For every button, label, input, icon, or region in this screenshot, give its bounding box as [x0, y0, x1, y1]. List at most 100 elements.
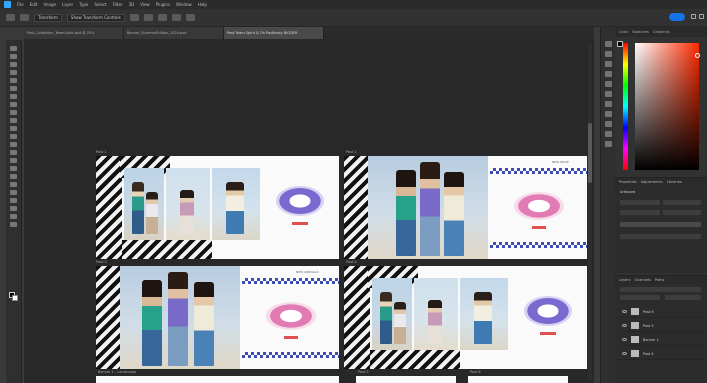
tab-document-3[interactable]: Post Team Spirit & Oh Positively BIGGER — [224, 27, 324, 39]
artboard-post-2[interactable]: NEW DROP — [344, 156, 587, 259]
layer-filter-bar[interactable] — [620, 287, 701, 292]
width-field[interactable] — [620, 200, 660, 205]
auto-select-dropdown[interactable]: Transform — [34, 13, 62, 22]
more-options-icon[interactable] — [185, 14, 195, 21]
blur-tool-icon[interactable] — [10, 158, 17, 163]
menu-window[interactable]: Window — [176, 2, 192, 7]
brush-tool-icon[interactable] — [10, 118, 17, 123]
visibility-eye-icon[interactable] — [622, 338, 627, 341]
healing-brush-tool-icon[interactable] — [10, 110, 17, 115]
artboard-post-5[interactable] — [356, 376, 456, 383]
artboard-post-1[interactable] — [96, 156, 339, 259]
edit-toolbar-icon[interactable] — [10, 222, 17, 227]
rectangle-tool-icon[interactable] — [10, 198, 17, 203]
tab-swatches[interactable]: Swatches — [632, 30, 649, 34]
quick-actions-row[interactable] — [620, 234, 701, 239]
tab-libraries[interactable]: Libraries — [667, 180, 682, 184]
artboard-label[interactable]: Post 4 — [346, 260, 357, 264]
artboard-post-6[interactable] — [468, 376, 568, 383]
distribute-icon[interactable] — [171, 14, 181, 21]
artboard-post-3[interactable]: NEW ARRIVALS — [96, 266, 339, 369]
align-center-icon[interactable] — [143, 14, 153, 21]
menu-edit[interactable]: Edit — [30, 2, 38, 7]
menu-help[interactable]: Help — [198, 2, 207, 7]
color-picker-handle[interactable] — [695, 53, 700, 58]
align-right-icon[interactable] — [157, 14, 167, 21]
menu-filter[interactable]: Filter — [113, 2, 123, 7]
tab-properties[interactable]: Properties — [619, 180, 637, 184]
tab-document-2[interactable]: Banner_SummerEdition_2024.psd — [124, 27, 224, 39]
adjustments-panel-icon[interactable] — [605, 101, 612, 107]
move-tool-icon[interactable] — [20, 14, 29, 21]
tab-adjustments[interactable]: Adjustments — [641, 180, 663, 184]
tab-gradients[interactable]: Gradients — [653, 30, 670, 34]
align-left-icon[interactable] — [129, 14, 139, 21]
menu-view[interactable]: View — [140, 2, 150, 7]
gradient-tool-icon[interactable] — [10, 150, 17, 155]
color-field[interactable] — [635, 43, 700, 170]
layer-row[interactable]: Post 6 — [618, 306, 704, 318]
history-panel-icon[interactable] — [605, 41, 612, 47]
properties-panel-icon[interactable] — [605, 51, 612, 57]
document-canvas[interactable]: Post 1 Post 2 NEW DROP Post 3 NEW ARRIVA… — [24, 39, 594, 383]
menu-image[interactable]: Image — [43, 2, 56, 7]
zoom-tool-icon[interactable] — [10, 214, 17, 219]
artboard-label[interactable]: Post 1 — [96, 150, 107, 154]
clone-stamp-tool-icon[interactable] — [10, 126, 17, 131]
brush-panel-icon[interactable] — [605, 61, 612, 67]
hue-slider[interactable] — [623, 43, 628, 170]
artboard-banner-1[interactable] — [96, 376, 339, 383]
quick-select-tool-icon[interactable] — [10, 78, 17, 83]
menu-3d[interactable]: 3D — [129, 2, 135, 7]
artboard-background-dropdown[interactable] — [620, 222, 701, 227]
paragraph-panel-icon[interactable] — [605, 81, 612, 87]
tab-layers[interactable]: Layers — [619, 278, 631, 282]
pen-tool-icon[interactable] — [10, 174, 17, 179]
scrollbar-thumb[interactable] — [588, 123, 592, 183]
frame-tool-icon[interactable] — [10, 94, 17, 99]
artboard-label[interactable]: Post 5 — [358, 370, 369, 374]
navigator-panel-icon[interactable] — [605, 141, 612, 147]
type-tool-icon[interactable] — [10, 182, 17, 187]
character-panel-icon[interactable] — [605, 71, 612, 77]
tab-color[interactable]: Color — [619, 30, 628, 34]
libraries-panel-icon[interactable] — [605, 111, 612, 117]
background-color-swatch[interactable] — [12, 295, 18, 301]
menu-plugins[interactable]: Plugins — [156, 2, 170, 7]
artboard-label[interactable]: Post 2 — [346, 150, 357, 154]
artboard-tool-icon[interactable] — [10, 54, 17, 59]
artboard-post-4[interactable] — [344, 266, 587, 369]
artboard-label[interactable]: Post 3 — [96, 260, 107, 264]
blend-mode-dropdown[interactable] — [620, 295, 660, 300]
visibility-eye-icon[interactable] — [622, 310, 627, 313]
info-panel-icon[interactable] — [605, 131, 612, 137]
eraser-tool-icon[interactable] — [10, 142, 17, 147]
layer-row[interactable]: Post 4 — [618, 348, 704, 360]
history-brush-tool-icon[interactable] — [10, 134, 17, 139]
tab-document-1[interactable]: Post_Collection_TeamSpirit.psd @ 25% — [24, 27, 124, 39]
move-tool-icon[interactable] — [10, 46, 17, 51]
path-selection-tool-icon[interactable] — [10, 190, 17, 195]
dodge-tool-icon[interactable] — [10, 166, 17, 171]
glyphs-panel-icon[interactable] — [605, 91, 612, 97]
lasso-tool-icon[interactable] — [10, 70, 17, 75]
share-button[interactable] — [669, 13, 685, 21]
transform-controls-checkbox[interactable]: Show Transform Controls — [66, 13, 125, 22]
y-field[interactable] — [663, 210, 701, 215]
visibility-eye-icon[interactable] — [622, 324, 627, 327]
workspace-icon[interactable] — [699, 14, 704, 19]
height-field[interactable] — [663, 200, 701, 205]
layer-row[interactable]: Banner 1 — [618, 334, 704, 346]
hand-tool-icon[interactable] — [10, 206, 17, 211]
x-field[interactable] — [620, 210, 660, 215]
artboard-label[interactable]: Banner 1 - Landscape — [98, 370, 136, 374]
marquee-tool-icon[interactable] — [10, 62, 17, 67]
menu-layer[interactable]: Layer — [62, 2, 73, 7]
canvas-scrollbar[interactable] — [588, 43, 592, 379]
menu-select[interactable]: Select — [94, 2, 106, 7]
search-icon[interactable] — [691, 14, 696, 19]
eyedropper-tool-icon[interactable] — [10, 102, 17, 107]
tab-channels[interactable]: Channels — [635, 278, 651, 282]
menu-file[interactable]: File — [17, 2, 24, 7]
home-icon[interactable] — [6, 14, 15, 21]
